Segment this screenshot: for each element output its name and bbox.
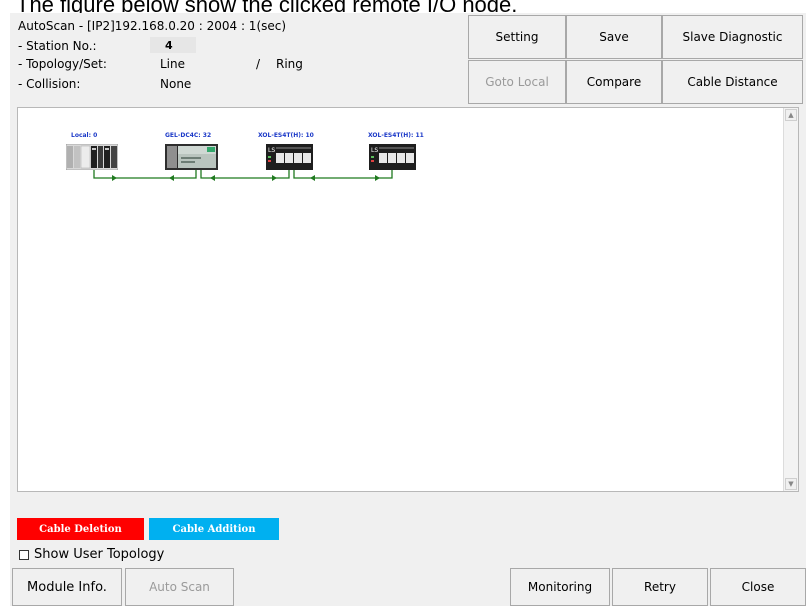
station-value: 4 [150, 37, 196, 53]
scan-info-panel: AutoScan - [IP2]192.168.0.20 : 2004 : 1(… [10, 13, 465, 101]
collision-value: None [160, 77, 192, 91]
window-title: AutoScan - [IP2]192.168.0.20 : 2004 : 1(… [18, 19, 287, 33]
retry-button[interactable]: Retry [612, 568, 708, 606]
scroll-up-arrow-icon[interactable]: ▲ [785, 109, 797, 121]
topology-canvas[interactable]: Local: 0 GEL-DC4C: 32 XOL-ES4T(H): 10 XO… [17, 107, 799, 492]
slave-diagnostic-button[interactable]: Slave Diagnostic [662, 15, 803, 59]
monitoring-button[interactable]: Monitoring [510, 568, 610, 606]
setting-button[interactable]: Setting [468, 15, 566, 59]
cable-distance-button[interactable]: Cable Distance [662, 60, 803, 104]
topology-set-value: Ring [276, 57, 303, 71]
topology-value: Line [160, 57, 186, 71]
autoscan-window: AutoScan - [IP2]192.168.0.20 : 2004 : 1(… [10, 13, 806, 606]
auto-scan-button[interactable]: Auto Scan [125, 568, 234, 606]
topology-separator: / [256, 57, 261, 71]
scroll-down-arrow-icon[interactable]: ▼ [785, 478, 797, 490]
module-info-button[interactable]: Module Info. [12, 568, 122, 606]
station-label: - Station No.: [18, 39, 97, 53]
vertical-scrollbar[interactable]: ▲ ▼ [783, 108, 798, 491]
save-button[interactable]: Save [566, 15, 662, 59]
checkbox-box[interactable] [19, 549, 29, 560]
topology-label: - Topology/Set: [18, 57, 107, 71]
goto-local-button[interactable]: Goto Local [468, 60, 566, 104]
show-user-topology-checkbox[interactable]: Show User Topology [19, 547, 164, 562]
show-user-topology-label: Show User Topology [34, 547, 165, 562]
cable-deletion-legend: Cable Deletion [17, 518, 144, 540]
cable-addition-legend: Cable Addition [149, 518, 279, 540]
collision-label: - Collision: [18, 77, 81, 91]
close-button[interactable]: Close [710, 568, 806, 606]
cable-links [93, 170, 393, 181]
compare-button[interactable]: Compare [566, 60, 662, 104]
